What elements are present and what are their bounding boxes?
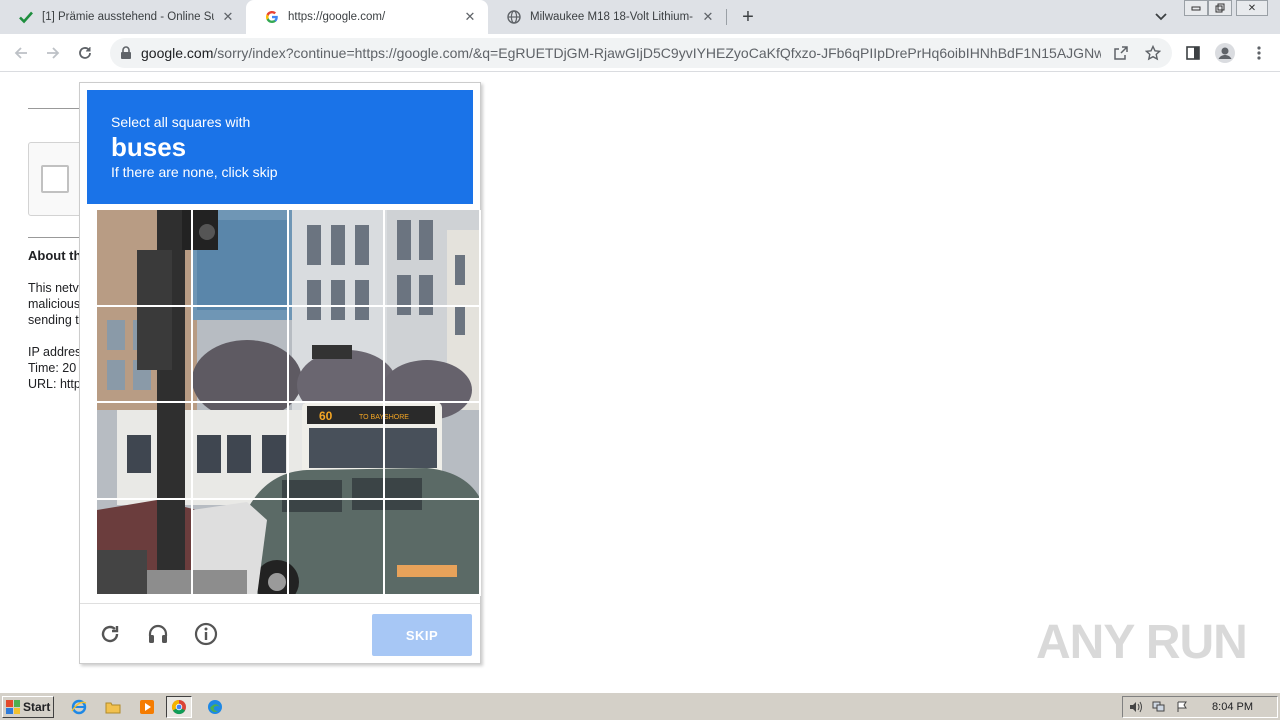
restore-button[interactable] — [1208, 0, 1232, 16]
about-line: sending t — [28, 313, 79, 327]
captcha-tile[interactable] — [289, 210, 385, 307]
edge-icon[interactable] — [202, 696, 228, 718]
close-tab-icon[interactable]: ✕ — [220, 9, 236, 25]
system-tray: 8:04 PM — [1122, 696, 1278, 718]
recaptcha-checkbox[interactable] — [41, 165, 69, 193]
anyrun-watermark: ANY RUN — [1036, 612, 1248, 672]
tab-milwaukee[interactable]: Milwaukee M18 18-Volt Lithium-Ion ✕ — [488, 0, 726, 34]
captcha-instruction-text: Select all squares with — [111, 114, 251, 130]
media-player-icon[interactable] — [134, 696, 160, 718]
reload-challenge-icon[interactable] — [96, 620, 124, 648]
lock-icon[interactable] — [120, 46, 132, 60]
url-host: google.com — [141, 45, 214, 61]
tab-separator — [726, 9, 727, 25]
browser-toolbar: google.com/sorry/index?continue=https://… — [0, 34, 1280, 72]
about-line: This netv — [28, 281, 79, 295]
internet-explorer-icon[interactable] — [66, 696, 92, 718]
about-line: IP addres — [28, 345, 82, 359]
captcha-target-text: buses — [111, 132, 187, 162]
start-label: Start — [23, 700, 51, 714]
captcha-tile[interactable] — [97, 403, 193, 500]
check-icon — [18, 9, 34, 25]
captcha-tile[interactable] — [289, 306, 385, 403]
audio-challenge-icon[interactable] — [144, 620, 172, 648]
about-heading: About th — [28, 248, 82, 263]
windows-logo-icon — [6, 700, 20, 714]
forward-button[interactable] — [42, 42, 64, 64]
close-tab-icon[interactable]: ✕ — [700, 9, 716, 25]
volume-icon[interactable] — [1126, 699, 1146, 715]
url-path: /sorry/index?continue=https://google.com… — [213, 45, 1101, 61]
menu-kebab-icon[interactable] — [1248, 42, 1270, 64]
address-bar[interactable]: google.com/sorry/index?continue=https://… — [110, 38, 1172, 68]
info-icon[interactable] — [192, 620, 220, 648]
captcha-hint-text: If there are none, click skip — [111, 164, 278, 180]
share-icon[interactable] — [1112, 44, 1130, 62]
about-line — [28, 328, 81, 344]
close-tab-icon[interactable]: ✕ — [462, 9, 478, 25]
captcha-tile[interactable] — [193, 499, 289, 596]
minimize-button[interactable] — [1184, 0, 1208, 16]
side-panel-icon[interactable] — [1182, 42, 1204, 64]
captcha-image-grid: 60 TO BAYSHORE — [97, 210, 481, 596]
skip-button[interactable]: SKIP — [372, 614, 472, 656]
taskbar: Start 8:04 PM — [0, 692, 1280, 720]
captcha-tile[interactable] — [289, 403, 385, 500]
tab-title: https://google.com/ — [288, 11, 386, 23]
tab-strip: [1] Prämie ausstehend - Online Survey ✕ … — [0, 0, 1280, 34]
captcha-challenge-dialog: Select all squares with buses If there a… — [79, 82, 481, 664]
tab-survey[interactable]: [1] Prämie ausstehend - Online Survey ✕ — [0, 0, 246, 34]
captcha-tile[interactable] — [385, 306, 481, 403]
captcha-tile[interactable] — [385, 403, 481, 500]
about-text: This netv malicious sending t IP addres … — [28, 280, 81, 392]
file-explorer-icon[interactable] — [100, 696, 126, 718]
captcha-tile[interactable] — [193, 210, 289, 307]
globe-icon — [506, 9, 522, 25]
watermark-text: ANY RUN — [1036, 615, 1248, 669]
captcha-tile[interactable] — [97, 210, 193, 307]
about-line: malicious — [28, 297, 81, 311]
captcha-tiles — [97, 210, 481, 596]
captcha-tile[interactable] — [193, 306, 289, 403]
reload-button[interactable] — [74, 42, 96, 64]
bookmark-star-icon[interactable] — [1144, 44, 1162, 62]
tab-title: [1] Prämie ausstehend - Online Survey — [42, 11, 214, 23]
action-center-flag-icon[interactable] — [1172, 699, 1192, 715]
captcha-tile[interactable] — [193, 403, 289, 500]
back-button[interactable] — [10, 42, 32, 64]
system-clock[interactable]: 8:04 PM — [1212, 701, 1253, 713]
captcha-tile[interactable] — [97, 499, 193, 596]
network-icon[interactable] — [1149, 699, 1169, 715]
chrome-taskbar-icon[interactable] — [166, 696, 192, 718]
close-window-button[interactable]: ✕ — [1236, 0, 1268, 16]
new-tab-button[interactable]: + — [738, 6, 758, 28]
about-line: URL: http — [28, 377, 81, 391]
google-icon — [264, 9, 280, 25]
profile-avatar-icon[interactable] — [1214, 42, 1236, 64]
tab-google[interactable]: https://google.com/ ✕ — [246, 0, 488, 34]
captcha-tile[interactable] — [97, 306, 193, 403]
tab-search-icon[interactable] — [1152, 8, 1170, 26]
captcha-tile[interactable] — [385, 499, 481, 596]
about-line: Time: 20 — [28, 361, 77, 375]
captcha-instructions: Select all squares with buses If there a… — [87, 90, 473, 204]
tab-title: Milwaukee M18 18-Volt Lithium-Ion — [530, 11, 694, 23]
captcha-tile[interactable] — [385, 210, 481, 307]
captcha-footer: SKIP — [80, 603, 480, 663]
url-text[interactable]: google.com/sorry/index?continue=https://… — [141, 45, 1101, 61]
start-button[interactable]: Start — [2, 696, 54, 718]
captcha-tile[interactable] — [289, 499, 385, 596]
